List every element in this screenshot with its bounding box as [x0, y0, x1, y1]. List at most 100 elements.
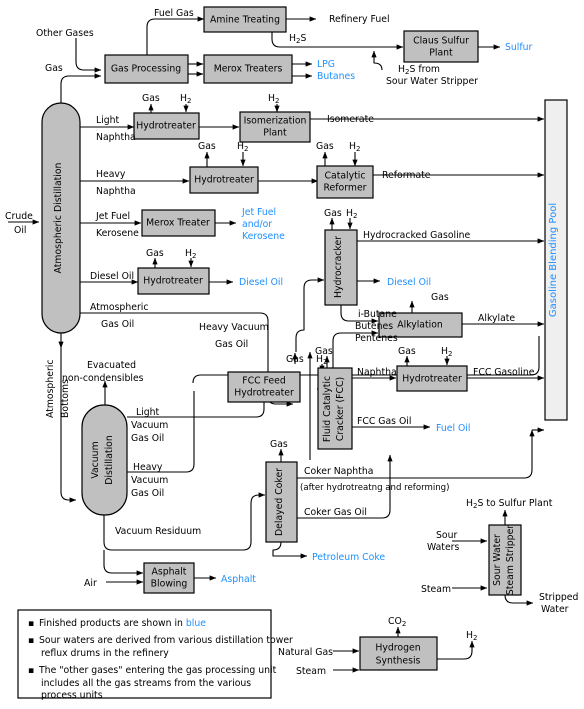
product-fuel-oil: Fuel Oil	[436, 423, 470, 434]
product-lpg: LPG	[317, 59, 335, 70]
label-sour-2: Waters	[427, 542, 459, 553]
label-hydrogen-synthesis-1: Hydrogen	[375, 643, 420, 654]
product-jet-1: Jet Fuel	[241, 207, 276, 218]
label-amine-treating: Amine Treating	[210, 15, 280, 26]
label-coker-naphtha-note: (after hydrotreatng and reforming)	[300, 483, 449, 493]
label-kerosene: Kerosene	[96, 228, 139, 239]
label-evacuated-2: non-condensibles	[62, 373, 144, 384]
label-coker-gas-oil: Coker Gas Oil	[304, 507, 367, 518]
label-alkylate: Alkylate	[478, 313, 515, 324]
label-h2s-from-1: H2S from	[398, 64, 440, 76]
legend-item-1: Finished products are shown in blue	[39, 618, 206, 629]
label-catalytic-reformer-1: Catalytic	[325, 171, 366, 182]
label-atmospheric-distillation: Atmospheric Distillation	[53, 162, 64, 273]
label-light-vacuum-1: Light	[136, 407, 160, 418]
legend-item-3-line1: The "other gases" entering the gas proce…	[38, 665, 277, 676]
label-heavy-vac-col-3: Gas Oil	[131, 488, 164, 499]
legend-item-2-line1: Sour waters are derived from various dis…	[39, 635, 293, 646]
label-gas-alky: Gas	[431, 292, 449, 303]
label-heavy-vac-col-2: Vacuum	[131, 475, 168, 486]
label-alkylation: Alkylation	[397, 320, 443, 331]
label-vacuum-residuum: Vacuum Residuum	[115, 526, 201, 537]
label-light-vacuum-2: Vacuum	[131, 420, 168, 431]
legend-item-3-line2: includes all the gas streams from the va…	[41, 678, 251, 689]
label-atmospheric-gas-oil-1: Atmospheric	[90, 302, 148, 313]
label-refinery-fuel: Refinery Fuel	[329, 14, 390, 25]
label-hydrocracker: Hydrocracker	[333, 236, 344, 298]
label-crude-oil-2: Oil	[14, 225, 26, 236]
label-fcc-1: Fluid Catalytic	[322, 376, 333, 442]
label-vacuum-distillation-2: Distillation	[104, 435, 115, 485]
flow-diagram-canvas: Atmospheric Distillation Vacuum Distilla…	[0, 0, 584, 709]
label-other-gases: Other Gases	[36, 28, 94, 39]
product-butanes: Butanes	[317, 71, 355, 82]
label-heavy-vac-col-1: Heavy	[133, 462, 163, 473]
label-air: Air	[84, 578, 97, 589]
label-diesel-oil-feed: Diesel Oil	[90, 271, 134, 282]
label-gas-hc: Gas	[324, 208, 342, 219]
label-butenes: Butenes	[355, 321, 393, 332]
label-gas-ht3: Gas	[146, 248, 164, 259]
product-asphalt: Asphalt	[221, 574, 256, 585]
label-reformate: Reformate	[382, 170, 431, 181]
label-natural-gas: Natural Gas	[278, 647, 333, 658]
legend-item-2-line2: reflux drums in the refinery	[41, 648, 169, 659]
product-petroleum-coke: Petroleum Coke	[312, 552, 385, 563]
label-naphtha-fcc: Naphtha	[357, 367, 397, 378]
label-atm-bottoms-2: Bottoms	[60, 379, 71, 418]
label-fcc-gas-oil: FCC Gas Oil	[357, 416, 411, 427]
label-vacuum-distillation-1: Vacuum	[90, 441, 101, 478]
label-claus-2: Plant	[429, 48, 453, 59]
label-naphtha-light: Naphtha	[96, 132, 136, 143]
refinery-flow-diagram: Atmospheric Distillation Vacuum Distilla…	[0, 0, 584, 709]
legend-bullet-2: ▪	[28, 635, 34, 646]
label-gas-coker: Gas	[270, 439, 288, 450]
product-sulfur: Sulfur	[505, 42, 533, 53]
label-gas-ht2: Gas	[198, 141, 216, 152]
label-fcc-feed-2: Hydrotreater	[234, 388, 294, 399]
label-merox-treaters: Merox Treaters	[214, 64, 283, 75]
label-light: Light	[96, 115, 120, 126]
label-hydrotreater-fcc: Hydrotreater	[402, 374, 462, 385]
label-fuel-gas: Fuel Gas	[154, 8, 194, 19]
label-asphalt-blowing-1: Asphalt	[152, 567, 187, 578]
label-asphalt-blowing-2: Blowing	[151, 579, 188, 590]
label-isomerization-2: Plant	[263, 128, 287, 139]
label-i-butane: i-Butane	[358, 309, 397, 320]
label-hydrotreater-heavy: Hydrotreater	[194, 175, 254, 186]
label-hydrotreater-light: Hydrotreater	[136, 121, 196, 132]
product-jet-2: and/or	[242, 219, 272, 230]
label-gas-ht4: Gas	[398, 346, 416, 357]
legend-bullet-3: ▪	[28, 665, 34, 676]
label-stripped-1: Stripped	[539, 592, 578, 603]
label-gas-reformer: Gas	[316, 141, 334, 152]
label-h2s-to-sulfur-plant: H2S to Sulfur Plant	[466, 498, 553, 510]
label-crude-oil-1: Crude	[5, 211, 33, 222]
legend-bullet-1: ▪	[28, 618, 34, 629]
label-naphtha-heavy: Naphtha	[96, 186, 136, 197]
product-diesel-oil-hc: Diesel Oil	[387, 277, 431, 288]
label-heavy-vacuum-2: Gas Oil	[215, 339, 248, 350]
legend-item-3-line3: process units	[41, 690, 103, 701]
label-gas-column: Gas	[45, 63, 63, 74]
label-heavy-vacuum-1: Heavy Vacuum	[199, 322, 269, 333]
label-gas-ht1: Gas	[142, 93, 160, 104]
label-atm-bottoms-1: Atmospheric	[45, 360, 56, 418]
label-sour-1: Sour	[436, 530, 457, 541]
label-catalytic-reformer-2: Reformer	[324, 183, 367, 194]
label-isomerization-1: Isomerization	[244, 116, 307, 127]
label-isomerate: Isomerate	[327, 114, 374, 125]
label-heavy: Heavy	[96, 169, 126, 180]
label-fcc-feed-1: FCC Feed	[242, 376, 286, 387]
label-gas-processing: Gas Processing	[111, 64, 181, 75]
label-fcc-gasoline: FCC Gasoline	[473, 367, 535, 378]
label-light-vacuum-3: Gas Oil	[131, 433, 164, 444]
label-evacuated-1: Evacuated	[87, 360, 136, 371]
label-steam-sws: Steam	[421, 584, 451, 595]
label-fcc-2: Cracker (FCC)	[335, 377, 346, 441]
label-sws-2: Steam Stripper	[505, 525, 516, 595]
product-jet-3: Kerosene	[242, 231, 285, 242]
label-h2s-from-2: Sour Water Stripper	[386, 76, 478, 87]
label-gas-ffht: Gas	[286, 354, 304, 365]
product-diesel-oil-ht: Diesel Oil	[239, 277, 283, 288]
